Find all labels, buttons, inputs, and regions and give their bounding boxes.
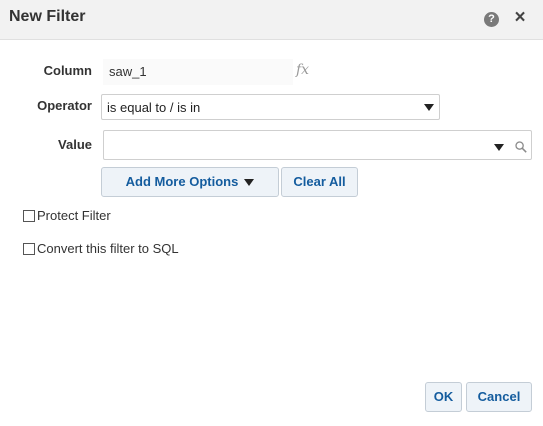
value-input[interactable] xyxy=(103,130,532,160)
protect-filter-checkbox[interactable] xyxy=(23,210,35,222)
add-more-options-button[interactable]: Add More Options xyxy=(101,167,279,197)
value-label: Value xyxy=(58,137,92,152)
fx-icon[interactable]: fx xyxy=(296,62,309,78)
ok-button[interactable]: OK xyxy=(425,382,462,412)
operator-selected-value: is equal to / is in xyxy=(107,100,201,115)
add-more-options-label: Add More Options xyxy=(125,174,239,189)
convert-to-sql-label: Convert this filter to SQL xyxy=(37,241,179,256)
close-icon[interactable]: × xyxy=(512,8,528,28)
chevron-down-icon xyxy=(244,179,255,187)
chevron-down-icon xyxy=(424,104,434,111)
dialog-titlebar: New Filter ? × xyxy=(0,0,543,40)
cancel-button[interactable]: Cancel xyxy=(466,382,532,412)
value-dropdown-icon[interactable] xyxy=(494,144,504,151)
new-filter-dialog: New Filter ? × Column saw_1 fx Operator … xyxy=(0,0,543,426)
operator-label: Operator xyxy=(37,98,92,113)
dialog-title: New Filter xyxy=(9,8,86,25)
column-field: saw_1 xyxy=(103,59,293,85)
operator-select[interactable]: is equal to / is in xyxy=(101,94,440,120)
protect-filter-label: Protect Filter xyxy=(37,208,111,223)
clear-all-button[interactable]: Clear All xyxy=(281,167,358,197)
column-label: Column xyxy=(43,63,92,78)
convert-to-sql-checkbox[interactable] xyxy=(23,243,35,255)
search-icon[interactable] xyxy=(515,141,527,153)
help-icon[interactable]: ? xyxy=(484,12,499,27)
